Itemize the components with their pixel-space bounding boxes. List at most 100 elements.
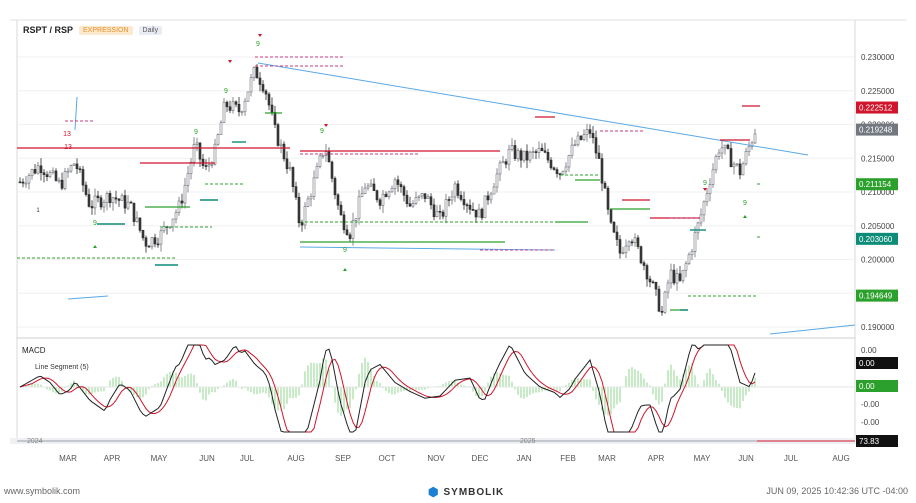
x-tick-label: DEC [472,454,489,463]
candle-body [531,151,535,153]
candle-body [522,150,526,161]
candle-body [249,77,253,93]
chart-canvas[interactable]: 0.2300000.2250000.2200000.2150000.210000… [0,0,916,503]
candle-body [240,111,244,114]
candle-body [21,181,25,184]
candle-body [453,183,457,198]
candle-body [678,273,682,281]
td-sequential-count: 9 [93,220,97,227]
candle-body [60,179,64,189]
candle-body [681,269,685,281]
candle-body [489,193,493,201]
candle-body [354,218,358,221]
candle-body [705,193,709,203]
price-tag-label: 0.222512 [859,104,893,113]
footer-url[interactable]: www.symbolik.com [4,486,80,496]
candle-body [255,66,259,79]
macd-legend: Line Segment (5) [35,364,89,371]
candle-body [321,155,325,157]
candle-body [129,201,133,204]
setup-arrow-icon [703,188,707,191]
candle-body [126,201,130,209]
candle-body [306,198,310,207]
trendline-bottom-left [67,295,109,300]
candle-body [393,179,397,189]
interval-badge[interactable]: Daily [138,25,163,35]
symbol-label[interactable]: RSPT / RSP [23,25,73,35]
candle-body [465,204,469,207]
candle-body [630,241,634,244]
candle-body [207,164,211,167]
candle-body [738,163,742,176]
candle-body [33,169,37,174]
candle-body [585,129,589,135]
candle-body [375,190,379,201]
candle-body [747,146,751,152]
setup-arrow-icon [258,34,262,37]
candle-body [501,161,505,164]
x-tick-label: AUG [832,454,849,463]
candle-body [450,196,454,201]
candle-body [216,134,220,145]
footer-brand: ⬢ SYMBOLIK [428,485,504,499]
candle-body [24,182,28,185]
symbolik-logo-icon: ⬢ [428,485,440,499]
setup-arrow-icon [743,215,747,218]
td-sequential-count: 13 [64,144,72,151]
macd-tag-green-label: 0.00 [859,382,875,391]
candle-body [603,182,607,189]
x-tick-label: FEB [560,454,576,463]
candle-body [576,135,580,146]
candle-body [582,134,586,140]
candle-body [444,199,448,217]
candle-body [669,269,673,284]
candle-body [552,167,556,170]
candle-body [30,169,34,176]
candle-body [624,245,628,253]
td-sequential-count: 9 [320,128,324,135]
candle-body [195,142,199,145]
candle-body [606,187,610,210]
candle-body [186,173,190,186]
candle-body [495,173,499,188]
candle-body [492,186,496,195]
candle-body [192,144,196,163]
candle-body [672,269,676,284]
setup-arrow-icon [324,124,328,127]
candle-body [180,200,184,204]
candle-body [132,202,136,222]
candle-body [234,101,238,105]
candle-body [147,245,151,248]
candle-body [717,152,721,157]
candle-body [246,91,250,102]
candle-body [387,191,391,198]
candle-body [45,174,49,178]
candle-body [339,204,343,216]
candle-body [411,203,415,207]
candle-body [66,170,70,173]
candle-body [162,226,166,232]
candle-body [561,170,565,175]
expression-badge[interactable]: EXPRESSION [79,25,133,35]
candle-body [684,263,688,271]
candle-body [219,122,223,135]
candle-body [144,237,148,247]
candle-body [87,194,91,207]
setup-arrow-icon [93,245,97,248]
candle-body [315,166,319,179]
candle-body [114,197,118,200]
candle-body [600,158,604,184]
x-tick-label: JUN [738,454,754,463]
price-tag-label: 0.211154 [859,180,892,189]
candle-body [75,163,79,170]
candle-body [171,218,175,228]
candle-body [651,281,655,284]
candle-body [312,177,316,197]
candle-body [594,137,598,154]
trendline-upper [257,62,809,156]
candle-body [72,163,76,166]
macd-tick-label: 0.00 [861,346,877,355]
setup-arrow-icon [343,268,347,271]
candle-body [438,210,442,213]
candle-body [426,196,430,199]
